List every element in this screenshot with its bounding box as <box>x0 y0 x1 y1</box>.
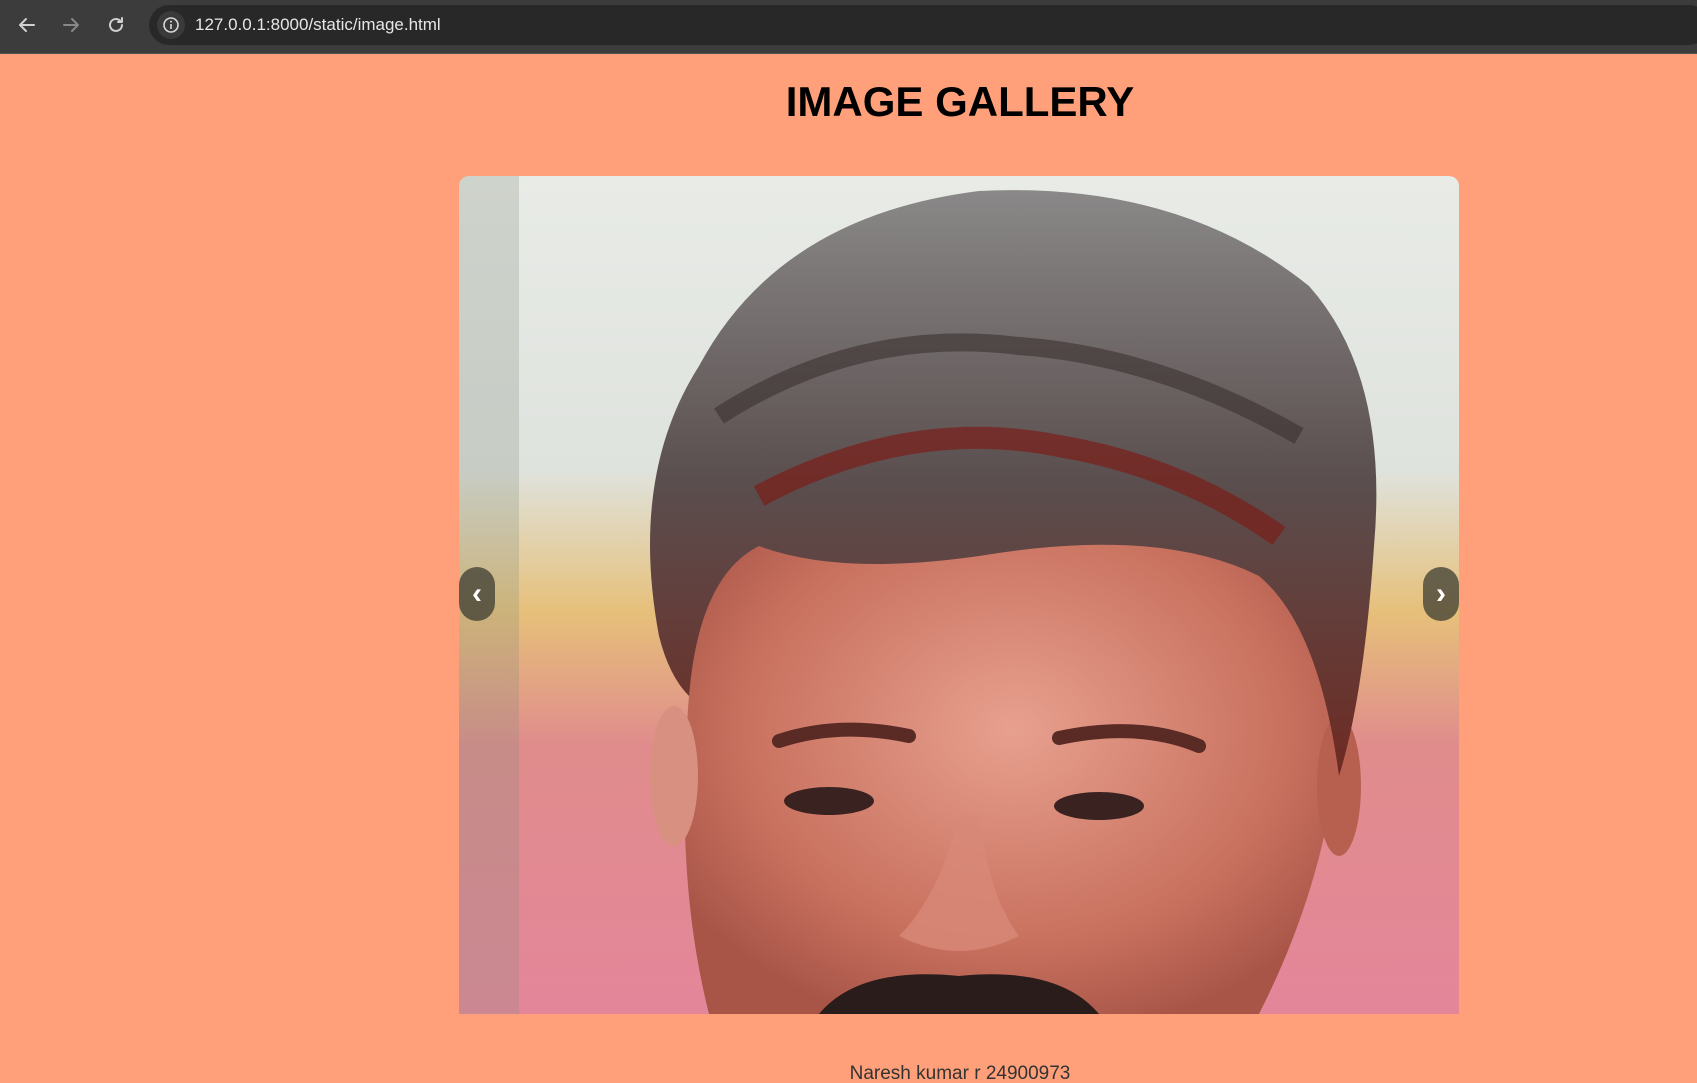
gallery-caption: Naresh kumar r 24900973 <box>849 1063 1071 1083</box>
previous-slide-button[interactable]: ‹ <box>459 567 495 621</box>
address-bar[interactable]: 127.0.0.1:8000/static/image.html <box>149 5 1697 45</box>
back-button[interactable] <box>11 9 43 41</box>
page-title: IMAGE GALLERY <box>785 78 1135 125</box>
gallery-photo <box>459 176 1459 1014</box>
url-text[interactable]: 127.0.0.1:8000/static/image.html <box>195 15 441 35</box>
arrow-right-icon <box>63 18 79 32</box>
reload-button[interactable] <box>100 9 132 41</box>
next-slide-button[interactable]: › <box>1423 567 1459 621</box>
arrow-left-icon <box>19 18 35 32</box>
forward-button[interactable] <box>55 9 87 41</box>
site-info-button[interactable] <box>157 11 185 39</box>
gallery-slide <box>459 176 1459 1014</box>
info-icon <box>163 17 179 33</box>
reload-icon <box>109 17 123 32</box>
browser-toolbar: 127.0.0.1:8000/static/image.html <box>0 0 1697 54</box>
